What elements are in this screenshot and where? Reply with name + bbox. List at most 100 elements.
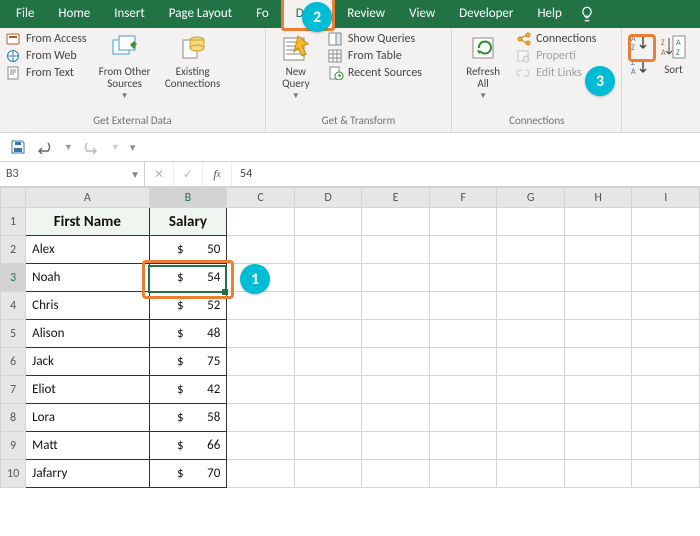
row-header[interactable]: 1 <box>1 208 26 236</box>
row-header[interactable]: 9 <box>1 432 26 460</box>
sort-button[interactable]: AZZA Sort <box>656 32 690 76</box>
menu-review[interactable]: Review <box>335 0 397 28</box>
sort-asc-button[interactable]: AZ <box>628 32 652 54</box>
connections-button[interactable]: Connections <box>516 32 596 46</box>
table-row[interactable]: 9 Matt $ 66 <box>1 432 700 460</box>
menu-formulas-truncated[interactable]: Fo <box>244 0 281 28</box>
qat-customize-icon[interactable]: ▾ <box>130 141 136 154</box>
cell[interactable]: $ 66 <box>149 432 227 460</box>
cell[interactable]: $ 48 <box>149 320 227 348</box>
group-label-get-transform: Get & Transform <box>272 112 445 130</box>
menu-bar: File Home Insert Page Layout Fo Data Rev… <box>0 0 700 28</box>
table-row[interactable]: 8 Lora $ 58 <box>1 404 700 432</box>
name-box[interactable]: B3 ▼ <box>0 162 145 186</box>
row-header[interactable]: 4 <box>1 292 26 320</box>
worksheet-grid[interactable]: A B C D E F G H I 1 First Name Salary 2 … <box>0 187 700 488</box>
row-header[interactable]: 3 <box>1 264 26 292</box>
recent-sources-button[interactable]: Recent Sources <box>328 66 422 80</box>
col-header[interactable]: A <box>26 188 149 208</box>
cell[interactable]: Noah <box>26 264 149 292</box>
row-header[interactable]: 7 <box>1 376 26 404</box>
active-cell[interactable]: $ 54 <box>149 264 227 292</box>
cell[interactable]: Chris <box>26 292 149 320</box>
redo-icon[interactable] <box>83 140 101 154</box>
from-other-sources-button[interactable]: From Other Sources ▼ <box>95 32 155 101</box>
menu-insert[interactable]: Insert <box>102 0 157 28</box>
properties-button: Properti <box>516 49 596 63</box>
col-header[interactable]: F <box>429 188 497 208</box>
dropdown-icon: ▼ <box>121 92 129 101</box>
from-web-button[interactable]: From Web <box>6 49 87 63</box>
table-row[interactable]: 2 Alex $ 50 <box>1 236 700 264</box>
col-header[interactable]: B <box>149 188 227 208</box>
col-header[interactable]: D <box>294 188 362 208</box>
table-row[interactable]: 3 Noah $ 54 <box>1 264 700 292</box>
formula-bar-value: 54 <box>240 167 252 181</box>
cell[interactable]: Lora <box>26 404 149 432</box>
from-table-button[interactable]: From Table <box>328 49 422 63</box>
menu-developer[interactable]: Developer <box>447 0 525 28</box>
table-row[interactable]: 6 Jack $ 75 <box>1 348 700 376</box>
group-sort-filter: AZ ZA AZZA Sort <box>622 28 700 132</box>
tell-me-icon[interactable] <box>578 5 596 23</box>
row-header[interactable]: 10 <box>1 460 26 488</box>
connections-label: Connections <box>536 32 596 46</box>
col-header[interactable]: E <box>362 188 430 208</box>
save-icon[interactable] <box>10 139 26 155</box>
formula-bar[interactable]: 54 <box>232 162 700 186</box>
existing-connections-button[interactable]: Existing Connections <box>163 32 223 90</box>
show-queries-label: Show Queries <box>348 32 415 46</box>
cell[interactable]: Jafarry <box>26 460 149 488</box>
menu-home[interactable]: Home <box>46 0 102 28</box>
table-row[interactable]: 10 Jafarry $ 70 <box>1 460 700 488</box>
cell[interactable]: Alex <box>26 236 149 264</box>
from-text-button[interactable]: From Text <box>6 66 87 80</box>
fill-handle[interactable] <box>222 289 228 295</box>
cell[interactable]: $ 70 <box>149 460 227 488</box>
col-header[interactable]: H <box>564 188 632 208</box>
column-headers[interactable]: A B C D E F G H I <box>1 188 700 208</box>
table-row[interactable]: 7 Eliot $ 42 <box>1 376 700 404</box>
sort-desc-button[interactable]: ZA <box>628 56 652 78</box>
cell[interactable]: $ 52 <box>149 292 227 320</box>
cell[interactable]: $ 58 <box>149 404 227 432</box>
cell[interactable]: Matt <box>26 432 149 460</box>
cell[interactable]: Alison <box>26 320 149 348</box>
row-header[interactable]: 8 <box>1 404 26 432</box>
select-all-corner[interactable] <box>1 188 26 208</box>
show-queries-button[interactable]: Show Queries <box>328 32 422 46</box>
new-query-button[interactable]: New Query ▼ <box>272 32 320 101</box>
cell[interactable]: $ 75 <box>149 348 227 376</box>
col-header[interactable]: I <box>632 188 700 208</box>
cell[interactable]: $ 42 <box>149 376 227 404</box>
table-row[interactable]: 4 Chris $ 52 <box>1 292 700 320</box>
chevron-down-icon[interactable]: ▼ <box>130 168 140 181</box>
col-header[interactable]: C <box>227 188 295 208</box>
menu-page-layout[interactable]: Page Layout <box>157 0 244 28</box>
cell[interactable]: $ 50 <box>149 236 227 264</box>
table-row[interactable]: 5 Alison $ 48 <box>1 320 700 348</box>
fx-icon[interactable]: fx <box>203 162 232 186</box>
from-access-button[interactable]: From Access <box>6 32 87 46</box>
svg-text:A: A <box>661 48 666 58</box>
cell[interactable]: Jack <box>26 348 149 376</box>
refresh-all-button[interactable]: Refresh All ▼ <box>458 32 508 101</box>
cancel-formula-icon: ✕ <box>145 162 174 186</box>
row-header[interactable]: 2 <box>1 236 26 264</box>
row-header[interactable]: 5 <box>1 320 26 348</box>
menu-file[interactable]: File <box>4 0 46 28</box>
cell[interactable]: Eliot <box>26 376 149 404</box>
menu-view[interactable]: View <box>397 0 447 28</box>
chevron-down-icon[interactable]: ▼ <box>111 142 120 153</box>
col-header[interactable]: G <box>497 188 565 208</box>
undo-icon[interactable] <box>36 140 54 154</box>
chevron-down-icon[interactable]: ▼ <box>64 142 73 153</box>
header-cell[interactable]: First Name <box>26 208 149 236</box>
table-row[interactable]: 1 First Name Salary <box>1 208 700 236</box>
from-text-label: From Text <box>26 66 74 80</box>
svg-text:Z: Z <box>661 38 665 48</box>
header-cell[interactable]: Salary <box>149 208 227 236</box>
menu-help[interactable]: Help <box>525 0 573 28</box>
row-header[interactable]: 6 <box>1 348 26 376</box>
recent-sources-label: Recent Sources <box>348 66 422 80</box>
